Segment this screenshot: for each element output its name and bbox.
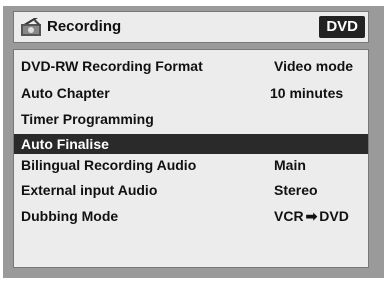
menu-item-bilingual-audio[interactable]: Bilingual Recording Audio Main bbox=[14, 155, 368, 175]
menu-item-label: Auto Finalise bbox=[21, 136, 109, 152]
menu-item-external-audio[interactable]: External input Audio Stereo bbox=[14, 180, 368, 200]
menu-item-label: Timer Programming bbox=[21, 111, 154, 127]
menu-item-timer-programming[interactable]: Timer Programming bbox=[14, 109, 368, 129]
menu-item-label: DVD-RW Recording Format bbox=[21, 58, 203, 74]
menu-item-value: 10 minutes bbox=[270, 85, 344, 101]
dvd-badge: DVD bbox=[319, 16, 365, 38]
recording-icon bbox=[21, 18, 41, 36]
arrow-right-icon: ➡ bbox=[305, 208, 318, 224]
menu-item-recording-format[interactable]: DVD-RW Recording Format Video mode bbox=[14, 56, 368, 76]
menu-item-label: Auto Chapter bbox=[21, 85, 110, 101]
menu-item-label: Dubbing Mode bbox=[21, 208, 119, 224]
page-title: Recording bbox=[47, 18, 122, 35]
dubbing-source: VCR bbox=[274, 208, 304, 224]
menu-item-value: Main bbox=[274, 157, 306, 173]
menu-item-value: Stereo bbox=[274, 182, 318, 198]
menu-item-value: VCR ➡ DVD bbox=[274, 208, 349, 225]
settings-list: DVD-RW Recording Format Video mode Auto … bbox=[13, 49, 369, 268]
menu-header: Recording DVD bbox=[13, 11, 369, 43]
menu-item-label: Bilingual Recording Audio bbox=[21, 157, 197, 173]
menu-item-auto-finalise[interactable]: Auto Finalise bbox=[14, 134, 368, 154]
menu-item-label: External input Audio bbox=[21, 182, 158, 198]
menu-item-dubbing-mode[interactable]: Dubbing Mode VCR ➡ DVD bbox=[14, 206, 368, 226]
dubbing-target: DVD bbox=[319, 208, 349, 224]
menu-item-auto-chapter[interactable]: Auto Chapter 10 minutes bbox=[14, 83, 368, 103]
menu-item-value: Video mode bbox=[274, 58, 354, 74]
